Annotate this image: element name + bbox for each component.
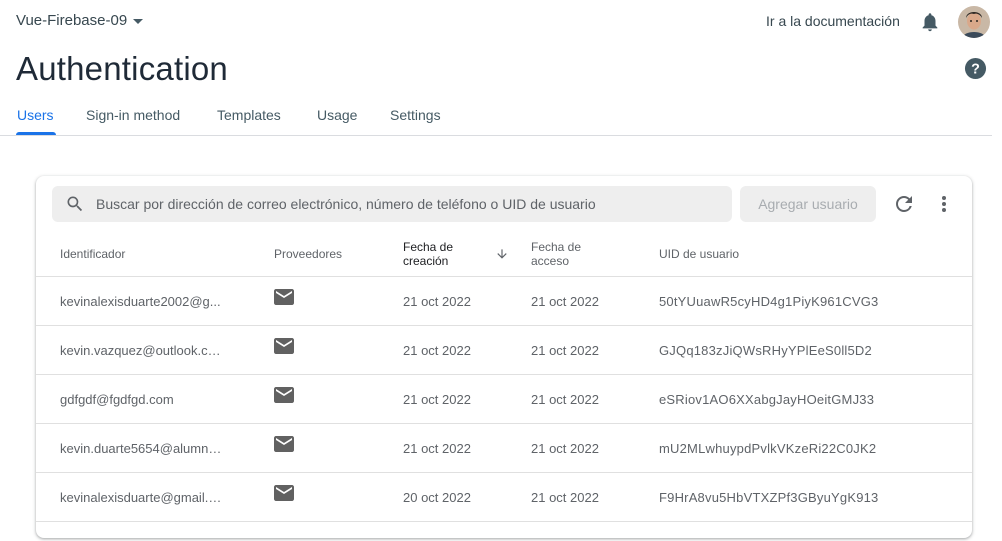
svg-text:?: ?	[971, 61, 980, 77]
mail-icon	[274, 338, 294, 354]
row-created: 21 oct 2022	[403, 441, 471, 456]
column-created[interactable]: Fecha de creación	[403, 240, 453, 268]
tab-bar: Users Sign-in method Templates Usage Set…	[0, 96, 992, 136]
row-created: 21 oct 2022	[403, 343, 471, 358]
row-uid: mU2MLwhuypdPvlkVKzeRi22C0JK2	[659, 441, 877, 456]
row-created: 20 oct 2022	[403, 490, 471, 505]
row-uid: 50tYUuawR5cyHD4g1PiyK961CVG3	[659, 294, 879, 309]
row-identifier: kevin.duarte5654@alumno...	[60, 441, 224, 456]
row-signed-in: 21 oct 2022	[531, 441, 599, 456]
mail-icon	[274, 289, 294, 305]
tab-settings[interactable]: Settings	[390, 107, 441, 123]
row-created: 21 oct 2022	[403, 392, 471, 407]
project-name: Vue-Firebase-09	[16, 12, 128, 29]
notification-bell-icon[interactable]	[919, 11, 941, 33]
column-signed-in[interactable]: Fecha de acceso	[531, 240, 581, 268]
caret-down-icon	[133, 19, 144, 24]
row-signed-in: 21 oct 2022	[531, 392, 599, 407]
column-created-line1: Fecha de	[403, 240, 454, 254]
top-bar: Vue-Firebase-09 Ir a la documentación	[0, 0, 1002, 44]
mail-icon	[274, 387, 294, 403]
help-icon[interactable]: ?	[964, 57, 987, 80]
mail-icon	[274, 436, 294, 452]
tab-users[interactable]: Users	[17, 107, 54, 123]
refresh-icon[interactable]	[892, 192, 916, 216]
active-tab-indicator	[16, 132, 56, 135]
search-icon	[67, 196, 83, 212]
account-avatar[interactable]	[958, 6, 990, 38]
row-signed-in: 21 oct 2022	[531, 343, 599, 358]
tab-templates[interactable]: Templates	[217, 107, 281, 123]
row-identifier: kevinalexisduarte@gmail.c...	[60, 490, 224, 505]
row-uid: F9HrA8vu5HbVTXZPf3GByuYgK913	[659, 490, 879, 505]
table-row[interactable]: kevinalexisduarte2002@g... 21 oct 2022 2…	[36, 277, 972, 326]
table-row[interactable]: kevinalexisduarte@gmail.c... 20 oct 2022…	[36, 473, 972, 522]
project-selector[interactable]: Vue-Firebase-09	[16, 12, 144, 29]
row-identifier: gdfgdf@fgdfgd.com	[60, 392, 174, 407]
table-row[interactable]: kevin.vazquez@outlook.com 21 oct 2022 21…	[36, 326, 972, 375]
row-uid: eSRiov1AO6XXabgJayHOeitGMJ33	[659, 392, 875, 407]
row-signed-in: 21 oct 2022	[531, 294, 599, 309]
row-signed-in: 21 oct 2022	[531, 490, 599, 505]
documentation-link[interactable]: Ir a la documentación	[766, 13, 900, 29]
table-row[interactable]: gdfgdf@fgdfgd.com 21 oct 2022 21 oct 202…	[36, 375, 972, 424]
table-row[interactable]: kevin.duarte5654@alumno... 21 oct 2022 2…	[36, 424, 972, 473]
arrow-down-icon[interactable]	[495, 247, 509, 261]
mail-icon	[274, 485, 294, 501]
page-title: Authentication	[16, 50, 228, 87]
add-user-button[interactable]: Agregar usuario	[740, 186, 876, 222]
search-placeholder: Buscar por dirección de correo electróni…	[96, 196, 596, 212]
column-signed-in-line2: acceso	[531, 254, 570, 268]
row-uid: GJQq183zJiQWsRHyYPlEeS0ll5D2	[659, 343, 872, 358]
row-identifier: kevinalexisduarte2002@g...	[60, 294, 221, 309]
users-card: Buscar por dirección de correo electróni…	[36, 176, 972, 538]
column-signed-in-line1: Fecha de	[531, 240, 582, 254]
more-options-icon[interactable]	[934, 192, 954, 216]
tab-sign-in-method[interactable]: Sign-in method	[86, 107, 180, 123]
column-providers: Proveedores	[274, 247, 343, 261]
row-identifier: kevin.vazquez@outlook.com	[60, 343, 224, 358]
column-created-line2: creación	[403, 254, 449, 268]
tab-usage[interactable]: Usage	[317, 107, 357, 123]
column-uid: UID de usuario	[659, 247, 740, 261]
search-input[interactable]: Buscar por dirección de correo electróni…	[52, 186, 732, 222]
row-created: 21 oct 2022	[403, 294, 471, 309]
column-identifier: Identificador	[60, 247, 126, 261]
